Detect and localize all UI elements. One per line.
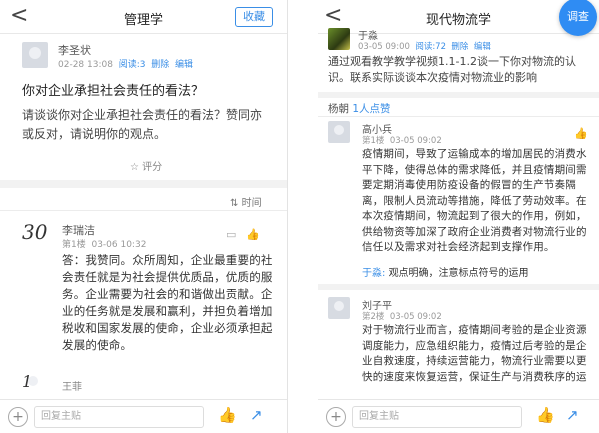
next-reply-author: 王菲	[62, 382, 82, 393]
sort-icon: ⇅	[230, 198, 239, 209]
avatar[interactable]	[328, 297, 350, 319]
rate-label: 评分	[142, 162, 163, 173]
thumb-up-icon[interactable]: 👍	[218, 406, 237, 424]
reply-input[interactable]: 回复主贴	[352, 406, 522, 428]
post-meta: 03-05 09:00 阅读:72 删除 编辑	[358, 40, 491, 52]
reply-meta: 第1楼 03-05 09:02	[362, 134, 442, 146]
section-divider	[0, 180, 287, 188]
post-title: 你对企业承担社会责任的看法？	[22, 84, 205, 99]
left-header: < 管理学 收藏	[0, 0, 287, 34]
page-title: 现代物流学	[425, 13, 491, 28]
thumb-up-icon[interactable]: 👍	[574, 127, 588, 140]
teacher-comment: 于淼: 观点明确，注意标点符号的运用	[362, 264, 529, 279]
avatar: 1	[22, 372, 44, 394]
section-divider	[318, 284, 599, 290]
section-divider	[318, 92, 599, 98]
post-meta: 02-28 13:08 阅读:3 删除 编辑	[58, 57, 193, 70]
post-body: 请谈谈你对企业承担社会责任的看法？赞同亦或反对，请说明你的观点。	[22, 108, 263, 141]
comment-author: 于淼:	[362, 268, 386, 279]
likes-count: 1人点赞	[352, 103, 391, 115]
star-icon: ☆	[130, 162, 139, 173]
post-body: 通过观看教学教学视频1.1-1.2谈一下你对物流的认识。联系实际谈谈本次疫情对物…	[328, 55, 576, 84]
post-date: 03-05 09:00	[358, 42, 410, 52]
edit-link[interactable]: 编辑	[175, 60, 193, 70]
left-phone-screen: < 管理学 收藏 李圣状 02-28 13:08 阅读:3 删除 编辑 你对企业…	[0, 0, 288, 433]
reply-date: 03-05 09:02	[389, 136, 442, 146]
reply-meta: 第2楼 03-05 09:02	[362, 310, 442, 322]
reply-bar: + 回复主贴 👍 ↗	[318, 399, 599, 433]
score-handwritten: 30	[22, 220, 48, 244]
right-phone-screen: < 现代物流学 调查 于淼 03-05 09:00 阅读:72 删除 编辑 通过…	[318, 0, 599, 433]
post-date: 02-28 13:08	[58, 60, 113, 70]
post-reads: 阅读:3	[118, 60, 146, 70]
survey-button[interactable]: 调查	[559, 0, 597, 36]
reply-text: 答：我赞同。众所周知，企业最重要的社会责任就是为社会提供优质品，优质的服务。企业…	[62, 253, 273, 352]
reply-text: 对于物流行业而言，疫情期间考验的是企业资源调度能力，应急组织能力，疫情过后考验的…	[362, 324, 587, 383]
divider	[318, 116, 599, 117]
likes-author: 杨朝	[328, 103, 349, 115]
rate-button[interactable]: ☆ 评分	[130, 158, 162, 173]
comment-text: 观点明确，注意标点符号的运用	[388, 268, 529, 279]
avatar[interactable]	[22, 42, 48, 68]
avatar[interactable]	[328, 28, 350, 50]
favorite-button[interactable]: 收藏	[235, 7, 273, 27]
thumb-up-icon[interactable]: 👍	[536, 406, 555, 424]
edit-link[interactable]: 编辑	[474, 42, 491, 52]
share-icon[interactable]: ↗	[566, 406, 579, 424]
reply-author: 李瑞洁	[62, 224, 95, 237]
divider	[0, 210, 287, 211]
post-reads: 阅读:72	[415, 42, 446, 52]
reply-date: 03-05 09:02	[389, 312, 442, 322]
reply-floor: 第1楼	[362, 136, 385, 146]
reply-input[interactable]: 回复主贴	[34, 406, 204, 428]
reply-floor: 第2楼	[362, 312, 385, 322]
avatar[interactable]	[328, 121, 350, 143]
delete-link[interactable]: 删除	[451, 42, 468, 52]
reply-meta: 第1楼 03-06 10:32	[62, 237, 146, 250]
reply-text: 疫情期间，导致了运输成本的增加居民的消费水平下降，使得总体的需求降低，并且疫情期…	[362, 148, 587, 253]
share-icon[interactable]: ↗	[250, 406, 263, 424]
post-author: 李圣状	[58, 44, 91, 57]
sort-by-time[interactable]: ⇅ 时间	[230, 194, 262, 209]
score-mark-icon: 1	[22, 372, 33, 391]
plus-icon[interactable]: +	[326, 407, 346, 427]
time-label: 时间	[241, 198, 262, 209]
reply-icon[interactable]: ▭	[226, 228, 236, 241]
plus-icon[interactable]: +	[8, 407, 28, 427]
reply-bar: + 回复主贴 👍 ↗	[0, 399, 287, 433]
thumb-up-icon[interactable]: 👍	[246, 228, 260, 241]
delete-link[interactable]: 删除	[151, 60, 169, 70]
likes-row: 杨朝 1人点赞	[328, 101, 391, 116]
reply-date: 03-06 10:32	[91, 240, 147, 250]
reply-floor: 第1楼	[62, 240, 86, 250]
